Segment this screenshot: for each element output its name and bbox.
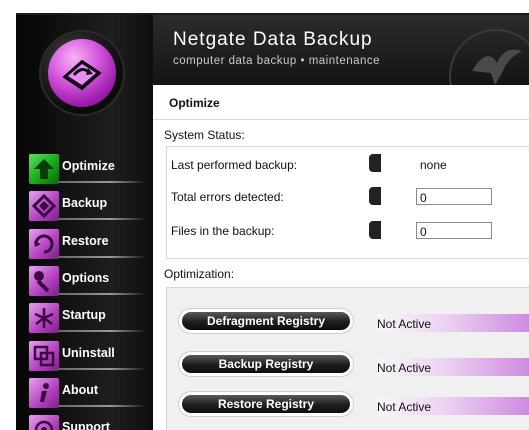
sidebar-item-restore[interactable]: Restore [28, 228, 148, 262]
nav-underline [58, 368, 146, 370]
defragment-registry-frame: Defragment Registry [179, 309, 353, 333]
nav-underline [58, 256, 146, 258]
startup-icon [28, 302, 60, 334]
app-window: Netgate Data Backup computer data backup… [0, 0, 529, 430]
app-subtitle: computer data backup • maintenance [173, 55, 381, 67]
last-backup-action-button[interactable] [369, 154, 381, 172]
optimization-label: Optimization: [164, 267, 235, 281]
restore-icon [28, 228, 60, 260]
sidebar-item-label: Uninstall [62, 346, 115, 360]
nav-underline [58, 218, 146, 220]
restore-registry-status-text: Not Active [377, 400, 432, 414]
files-in-backup-field: 0 [416, 222, 492, 239]
backup-registry-status-bar: Not Active [377, 358, 529, 376]
optimization-panel: Defragment Registry Not Active Backup Re… [166, 287, 529, 430]
page-title: Optimize [169, 96, 220, 110]
nav-underline [58, 293, 146, 295]
sidebar-item-label: Restore [62, 234, 109, 248]
sidebar-item-optimize[interactable]: Optimize [28, 153, 148, 187]
total-errors-field: 0 [416, 188, 492, 205]
sidebar-item-label: Support [62, 420, 110, 430]
last-backup-label: Last performed backup: [171, 158, 298, 172]
files-in-backup-action-button[interactable] [369, 221, 381, 239]
nav-underline [58, 181, 146, 183]
sidebar-item-about[interactable]: About [28, 377, 148, 411]
restore-registry-status-bar: Not Active [377, 397, 529, 415]
wrench-icon [28, 265, 60, 297]
last-backup-value: none [420, 158, 447, 172]
sidebar-item-label: Backup [62, 196, 108, 210]
app-title: Netgate Data Backup [173, 29, 373, 50]
nav-underline [58, 330, 146, 332]
support-icon [28, 414, 60, 430]
system-status-label: System Status: [164, 128, 245, 142]
sidebar-item-startup[interactable]: Startup [28, 302, 148, 336]
backup-icon [28, 190, 60, 222]
backup-registry-frame: Backup Registry [179, 352, 353, 376]
restore-registry-frame: Restore Registry [179, 392, 353, 416]
uninstall-icon [28, 340, 60, 372]
defragment-registry-button[interactable]: Defragment Registry [182, 312, 350, 330]
app-header: Netgate Data Backup computer data backup… [153, 15, 529, 123]
sidebar-item-label: Startup [62, 308, 106, 322]
backup-registry-button[interactable]: Backup Registry [182, 355, 350, 373]
total-errors-label: Total errors detected: [171, 190, 284, 204]
sidebar-item-label: Options [62, 271, 110, 285]
info-icon [28, 377, 60, 409]
sidebar-item-uninstall[interactable]: Uninstall [28, 340, 148, 374]
sidebar-item-label: About [62, 383, 99, 397]
optimize-arrow-icon [28, 153, 60, 185]
backup-registry-status-text: Not Active [377, 361, 432, 375]
logo-disc-icon [48, 39, 116, 107]
files-in-backup-label: Files in the backup: [171, 224, 275, 238]
sidebar-item-options[interactable]: Options [28, 265, 148, 299]
sidebar-item-backup[interactable]: Backup [28, 190, 148, 224]
page-header: Optimize [153, 85, 529, 120]
nav-underline [58, 405, 146, 407]
defragment-status-text: Not Active [377, 317, 432, 331]
total-errors-action-button[interactable] [369, 187, 381, 205]
defragment-status-bar: Not Active [377, 314, 529, 332]
restore-registry-button[interactable]: Restore Registry [182, 395, 350, 413]
sidebar-item-label: Optimize [62, 159, 115, 173]
sidebar-item-support[interactable]: Support [28, 414, 148, 430]
app-logo [41, 32, 123, 114]
